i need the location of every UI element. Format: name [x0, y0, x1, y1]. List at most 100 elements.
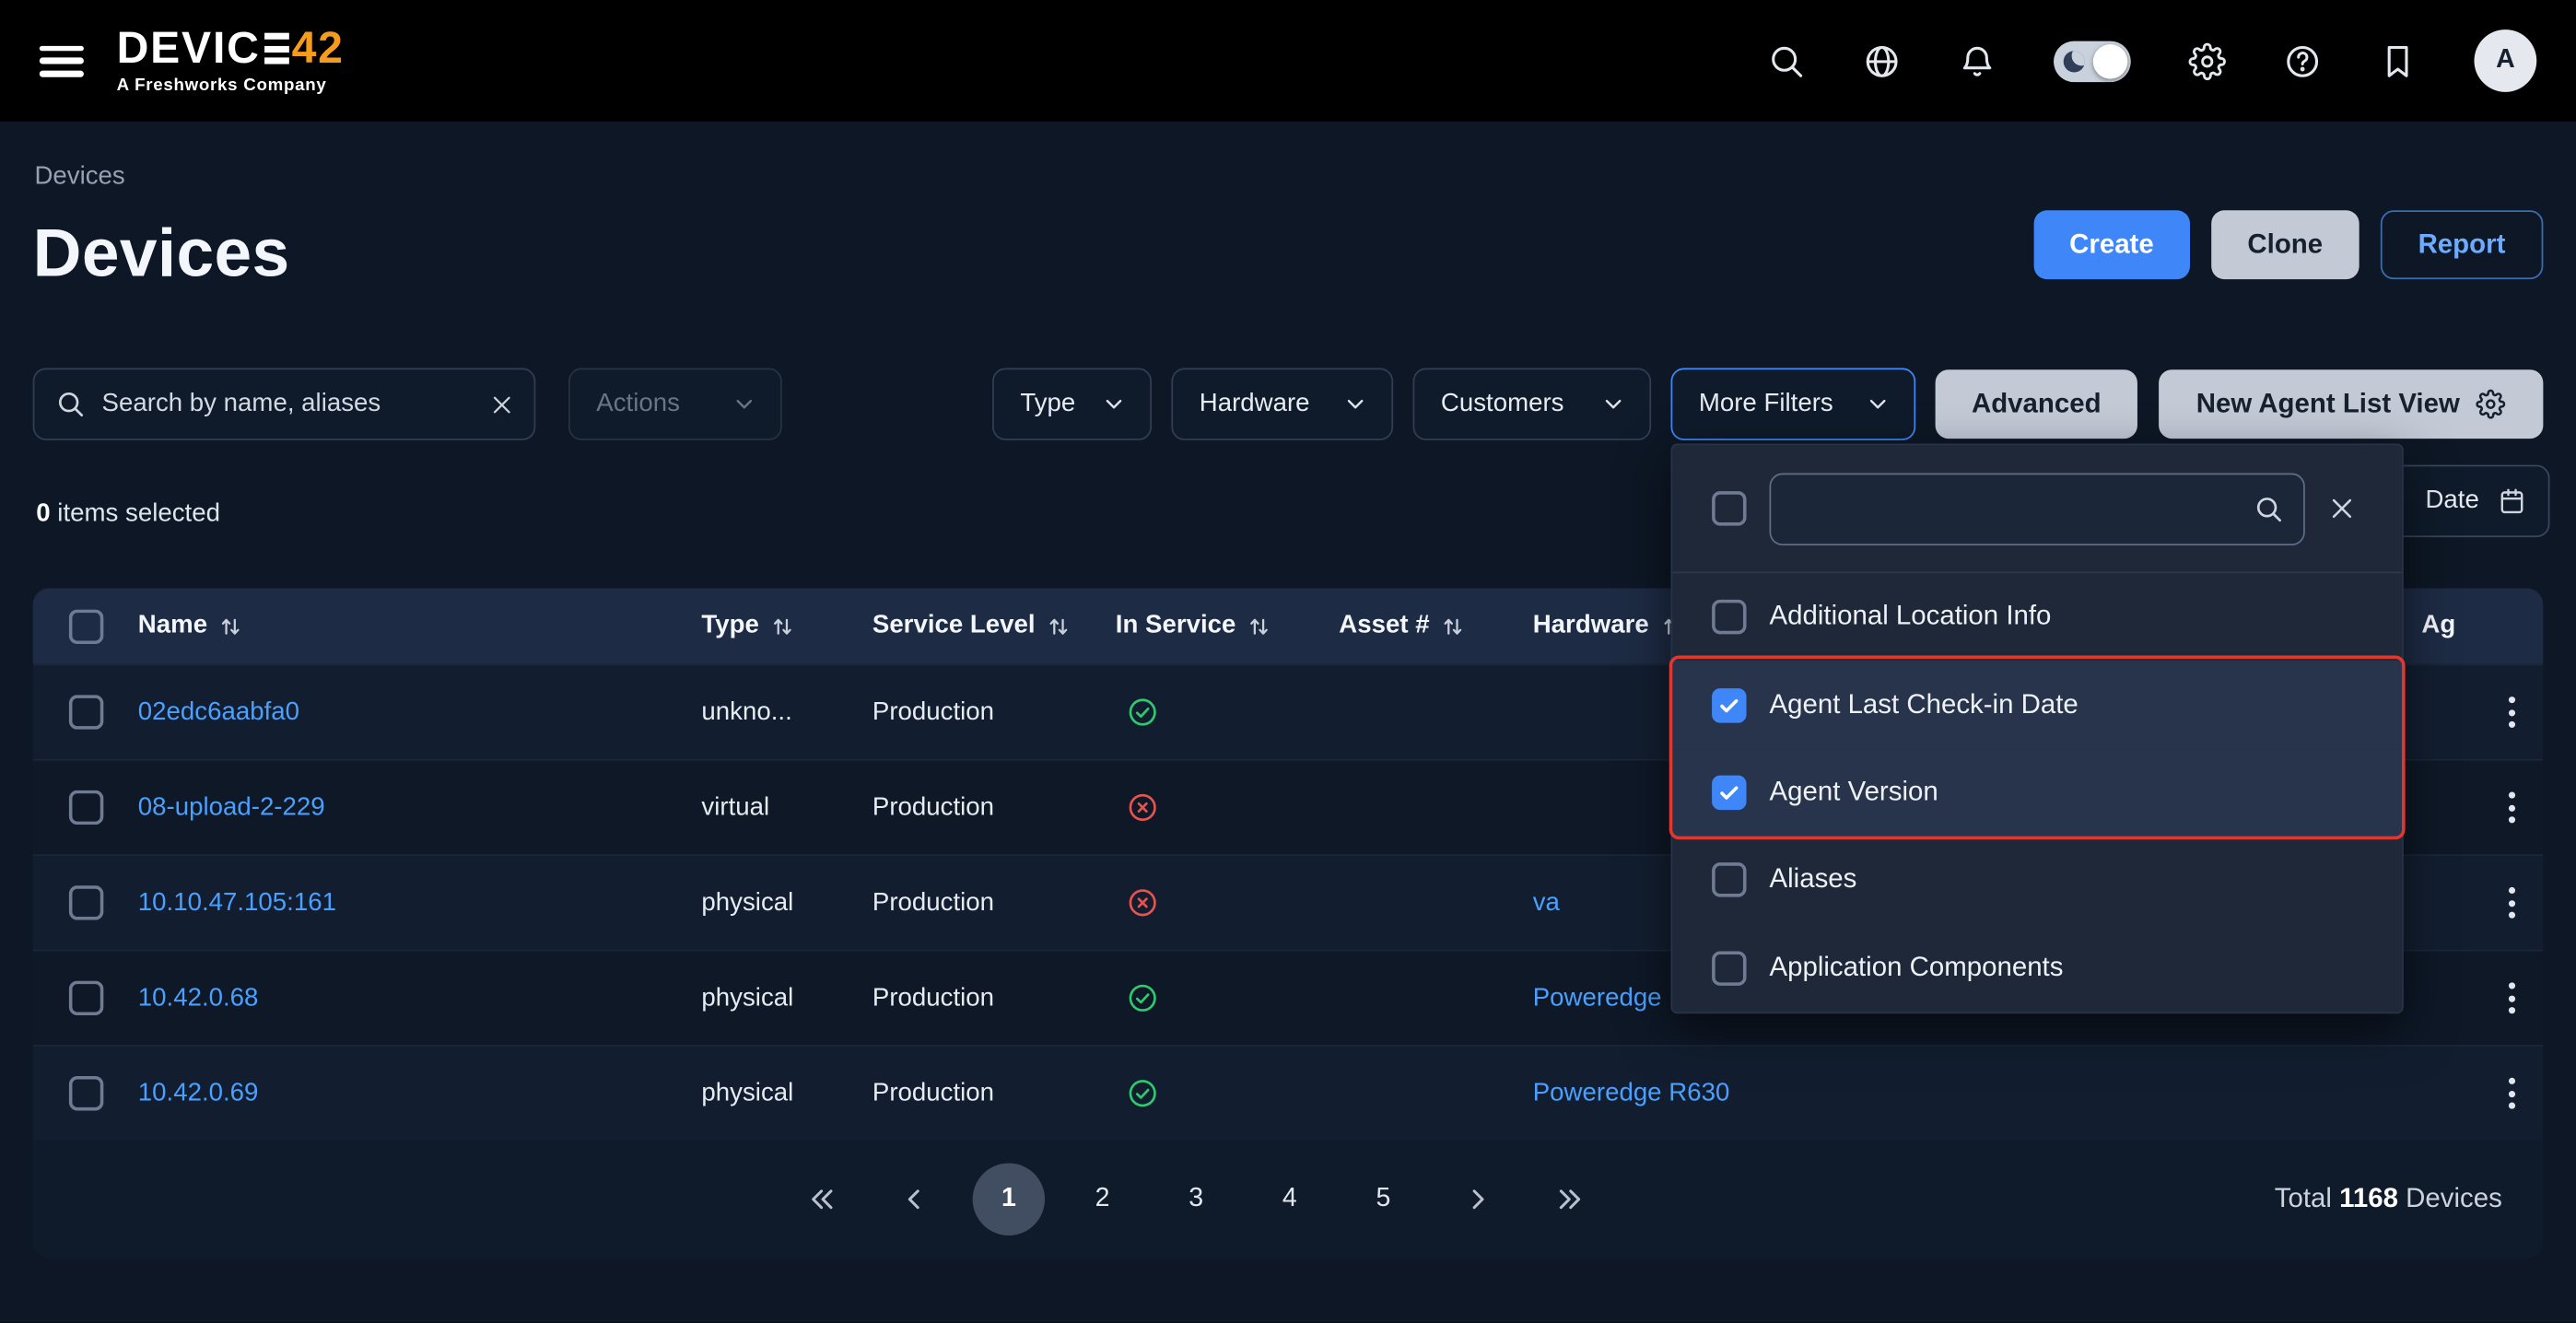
more-filters-dropdown-button[interactable]: More Filters [1671, 368, 1916, 439]
page-title: Devices [33, 216, 290, 293]
gear-icon [2476, 390, 2506, 419]
first-page-icon[interactable] [785, 1164, 857, 1235]
row-checkbox[interactable] [69, 885, 103, 919]
column-header[interactable]: Ag [2421, 611, 2480, 640]
more-filters-option[interactable]: Aliases [1672, 837, 2402, 924]
more-filters-option[interactable]: Additional Location Info [1672, 573, 2402, 661]
new-agent-list-view-button[interactable]: New Agent List View [2159, 369, 2543, 439]
device-type: unkno... [701, 697, 872, 727]
column-header[interactable]: Service Level [872, 611, 1116, 640]
device-type: virtual [701, 792, 872, 822]
column-header[interactable]: Name [138, 611, 702, 640]
bookmark-icon[interactable] [2379, 41, 2417, 79]
service-level: Production [872, 1079, 1116, 1108]
option-checkbox[interactable] [1712, 600, 1746, 634]
type-filter-dropdown[interactable]: Type [992, 368, 1152, 439]
in-service-no-icon [1125, 790, 1159, 825]
create-button[interactable]: Create [2033, 210, 2190, 279]
device-type: physical [701, 888, 872, 918]
search-input[interactable] [102, 390, 474, 419]
hardware-link[interactable]: Poweredge R630 [1533, 1079, 1730, 1108]
selection-count: 0 items selected [36, 499, 220, 529]
logo-e-icon [263, 33, 288, 64]
page-button[interactable]: 2 [1066, 1164, 1138, 1235]
device-name-link[interactable]: 10.10.47.105:161 [138, 888, 336, 918]
prev-page-icon[interactable] [879, 1164, 951, 1235]
close-icon[interactable] [2328, 495, 2356, 522]
settings-gear-icon[interactable] [2188, 41, 2226, 79]
more-filters-option[interactable]: Agent Version [1672, 749, 2402, 837]
column-header[interactable]: Type [701, 611, 872, 640]
user-avatar[interactable]: A [2474, 29, 2536, 92]
pager: 12345 [785, 1164, 1607, 1235]
hardware-link[interactable]: va [1533, 888, 1560, 918]
navbar-actions: A [1768, 29, 2537, 92]
actions-dropdown[interactable]: Actions [568, 368, 782, 439]
logo-subtitle: A Freshworks Company [117, 76, 345, 95]
menu-icon[interactable] [40, 45, 84, 76]
customers-filter-dropdown[interactable]: Customers [1413, 368, 1652, 439]
options-search-input[interactable] [1791, 494, 2242, 523]
select-all-rows-checkbox[interactable] [69, 609, 103, 643]
option-checkbox[interactable] [1712, 776, 1746, 810]
clear-search-icon[interactable] [489, 392, 514, 416]
row-menu-kebab-icon[interactable] [2502, 785, 2522, 829]
clone-button[interactable]: Clone [2211, 210, 2359, 279]
row-menu-kebab-icon[interactable] [2502, 690, 2522, 734]
advanced-button[interactable]: Advanced [1936, 369, 2137, 439]
hardware-filter-dropdown[interactable]: Hardware [1171, 368, 1393, 439]
service-level: Production [872, 983, 1116, 1013]
column-header[interactable]: Asset # [1339, 611, 1532, 640]
sort-icon [1247, 614, 1272, 638]
page-button[interactable]: 1 [973, 1164, 1045, 1235]
row-menu-kebab-icon[interactable] [2502, 881, 2522, 925]
page-button[interactable]: 3 [1160, 1164, 1232, 1235]
device-name-link[interactable]: 10.42.0.68 [138, 983, 259, 1013]
device-type: physical [701, 1079, 872, 1108]
calendar-icon [2497, 486, 2526, 516]
chevron-down-icon [1865, 391, 1891, 417]
options-search-box[interactable] [1770, 473, 2305, 544]
option-checkbox[interactable] [1712, 687, 1746, 721]
sort-icon [1047, 614, 1071, 638]
page-button[interactable]: 5 [1347, 1164, 1419, 1235]
globe-icon[interactable] [1863, 41, 1901, 79]
report-button[interactable]: Report [2381, 210, 2544, 279]
row-checkbox[interactable] [69, 695, 103, 729]
row-menu-kebab-icon[interactable] [2502, 1071, 2522, 1116]
more-filters-option[interactable]: Agent Last Check-in Date [1672, 662, 2402, 749]
theme-toggle[interactable] [2054, 41, 2131, 82]
option-checkbox[interactable] [1712, 863, 1746, 897]
in-service-yes-icon [1125, 695, 1159, 729]
device-name-link[interactable]: 10.42.0.69 [138, 1079, 259, 1108]
chevron-down-icon [1600, 391, 1627, 417]
select-all-options-checkbox[interactable] [1712, 491, 1746, 525]
service-level: Production [872, 697, 1116, 727]
help-icon[interactable] [2284, 41, 2322, 79]
sort-icon [219, 614, 244, 638]
device42-logo[interactable]: DEVIC42 A Freshworks Company [117, 27, 345, 96]
panel-header [1672, 445, 2402, 573]
row-checkbox[interactable] [69, 981, 103, 1015]
more-filters-option[interactable]: Application Components [1672, 924, 2402, 1012]
device-name-link[interactable]: 02edc6aabfa0 [138, 697, 299, 727]
search-icon[interactable] [1768, 41, 1806, 79]
more-filters-panel: Additional Location InfoAgent Last Check… [1671, 443, 2404, 1013]
moon-icon [2064, 50, 2085, 71]
device-name-link[interactable]: 08-upload-2-229 [138, 792, 325, 822]
device-search-box[interactable] [33, 368, 536, 439]
last-page-icon[interactable] [1535, 1164, 1607, 1235]
row-checkbox[interactable] [69, 790, 103, 825]
row-checkbox[interactable] [69, 1076, 103, 1110]
pagination-bar: 12345 Total 1168 Devices [33, 1141, 2544, 1259]
next-page-icon[interactable] [1441, 1164, 1513, 1235]
devices-page: DEVIC42 A Freshworks Company [0, 0, 2576, 1322]
logo-42-text: 42 [292, 27, 345, 71]
option-checkbox[interactable] [1712, 951, 1746, 985]
row-menu-kebab-icon[interactable] [2502, 976, 2522, 1020]
breadcrumb[interactable]: Devices [34, 163, 124, 193]
device-type: physical [701, 983, 872, 1013]
column-header[interactable]: In Service [1116, 611, 1340, 640]
page-button[interactable]: 4 [1254, 1164, 1326, 1235]
notifications-bell-icon[interactable] [1959, 41, 1996, 79]
